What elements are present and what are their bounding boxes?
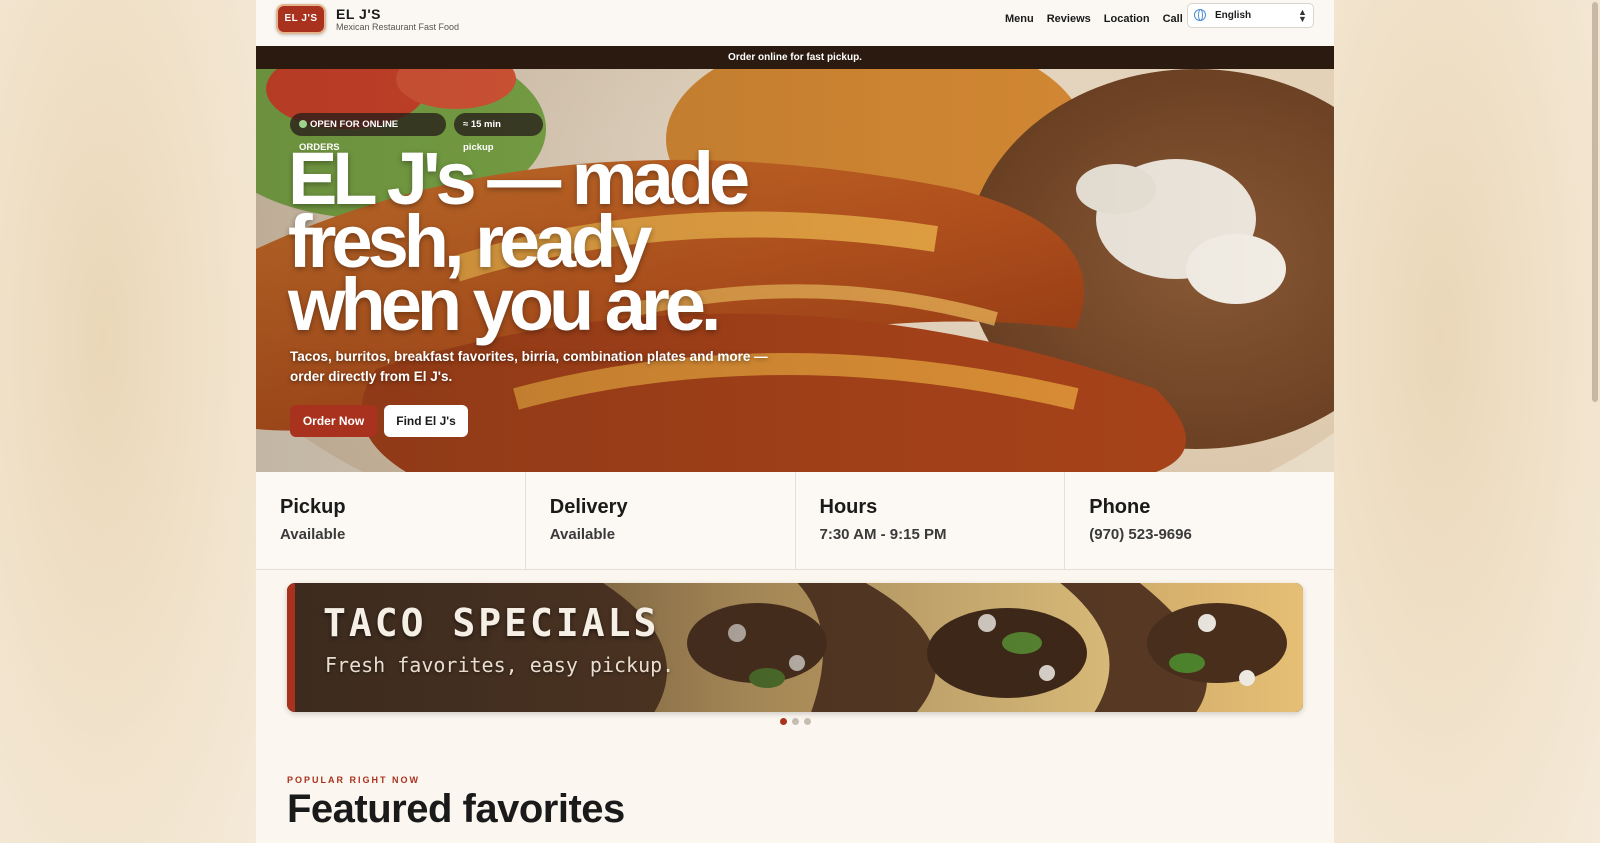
info-value: Available: [280, 526, 346, 543]
promo-bar: Order online for fast pickup.: [256, 46, 1334, 69]
carousel-dot-3[interactable]: [804, 718, 811, 725]
info-value: Available: [549, 526, 616, 543]
page-scrollbar[interactable]: [1590, 0, 1600, 843]
updown-chevron-icon: ▲ ▼: [1298, 7, 1307, 24]
right-backdrop: [1334, 0, 1600, 843]
main-nav: Menu Reviews Location Call: [1005, 13, 1183, 25]
site-header: EL J'S EL J'S Mexican Restaurant Fast Fo…: [256, 0, 1334, 46]
info-title: Phone: [1089, 496, 1151, 518]
globe-icon: [1194, 9, 1206, 21]
brand-name[interactable]: EL J'S: [336, 6, 381, 22]
info-hours: Hours 7:30 AM - 9:15 PM: [796, 472, 1066, 569]
language-selected-value: English: [1215, 10, 1252, 21]
nav-reviews-link[interactable]: Reviews: [1047, 13, 1091, 25]
banner-subtitle: Fresh favorites, easy pickup.: [325, 653, 675, 677]
open-status-pill: OPEN FOR ONLINE ORDERS: [290, 113, 446, 153]
hero-section: OPEN FOR ONLINE ORDERS ≈ 15 min pickup E…: [256, 69, 1334, 472]
hero-subtitle: Tacos, burritos, breakfast favorites, bi…: [290, 349, 768, 384]
nav-menu-link[interactable]: Menu: [1005, 13, 1034, 25]
logo-badge[interactable]: EL J'S: [276, 4, 326, 34]
language-select[interactable]: English ▲ ▼: [1187, 3, 1314, 28]
scrollbar-thumb[interactable]: [1592, 2, 1598, 402]
info-title: Hours: [819, 496, 878, 518]
page-container: EL J'S EL J'S Mexican Restaurant Fast Fo…: [256, 0, 1334, 843]
carousel-dots: [780, 718, 811, 725]
find-location-button[interactable]: Find El J's: [384, 405, 468, 437]
nav-location-link[interactable]: Location: [1104, 13, 1150, 25]
info-phone[interactable]: Phone (970) 523-9696: [1065, 472, 1334, 569]
info-strip: Pickup Available Delivery Available Hour…: [256, 472, 1334, 570]
banner-title: TACO SPECIALS: [323, 601, 660, 645]
brand-tagline: Mexican Restaurant Fast Food: [336, 22, 460, 32]
nav-call-link[interactable]: Call: [1163, 13, 1183, 25]
pickup-time-pill: ≈ 15 min pickup: [454, 113, 543, 153]
phone-number[interactable]: (970) 523-9696: [1089, 526, 1334, 543]
featured-eyebrow: POPULAR RIGHT NOW: [287, 775, 420, 785]
featured-title: Featured favorites: [287, 787, 625, 831]
left-backdrop: [0, 0, 256, 843]
info-title: Delivery: [549, 496, 628, 518]
info-delivery: Delivery Available: [526, 472, 796, 569]
banner-accent: [287, 583, 295, 712]
info-pickup: Pickup Available: [256, 472, 526, 569]
info-title: Pickup: [280, 496, 346, 518]
open-indicator-icon: [299, 120, 307, 128]
info-value: 7:30 AM - 9:15 PM: [819, 526, 947, 543]
hero-title: EL J's — made fresh, ready when you are.: [288, 137, 750, 346]
order-now-button[interactable]: Order Now: [290, 405, 377, 437]
carousel-dot-1[interactable]: [780, 718, 787, 725]
carousel-dot-2[interactable]: [792, 718, 799, 725]
promo-carousel-slide[interactable]: TACO SPECIALS Fresh favorites, easy pick…: [287, 583, 1303, 712]
